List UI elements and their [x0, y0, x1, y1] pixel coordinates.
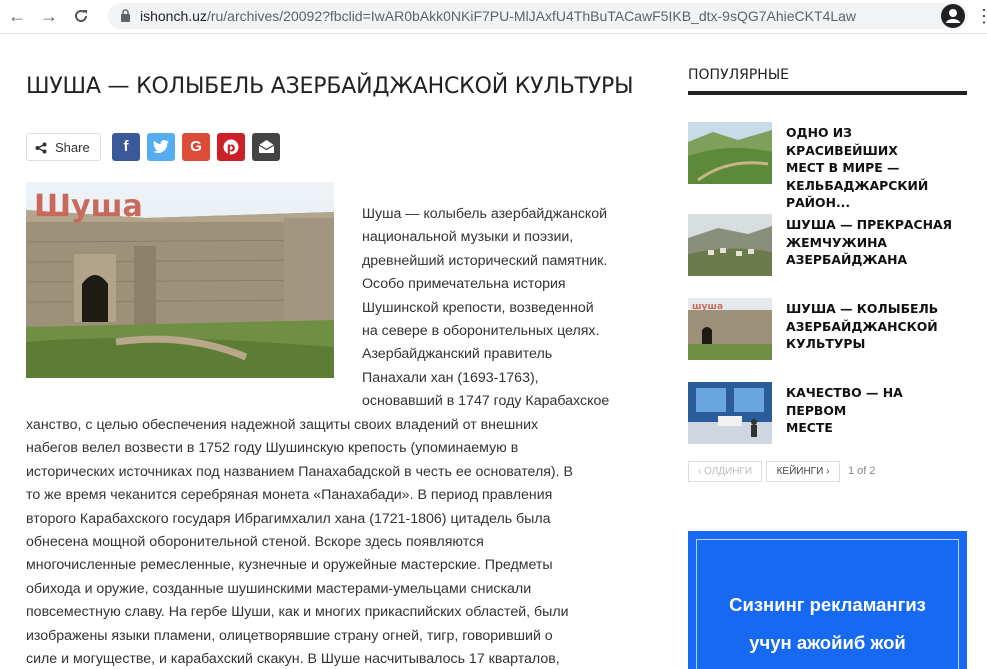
title-line: РАЙОН...	[786, 195, 851, 210]
paragraph-line: Особо примечательна история	[362, 276, 566, 293]
address-bar[interactable]: ishonch.uz/ru/archives/20092?fbclid=IwAR…	[108, 3, 968, 29]
title-line: АЗЕРБАЙДЖАНА	[786, 252, 908, 267]
article-full-text: ханство, с целью обеспечения надежной за…	[26, 414, 573, 669]
paragraph-line: ханство, с целью обеспечения надежной за…	[26, 417, 539, 433]
title-line: ОДНО ИЗ КРАСИВЕЙШИХ	[786, 125, 898, 158]
title-line: КАЧЕСТВО — НА ПЕРВОМ	[786, 385, 903, 418]
svg-text:p: p	[227, 141, 236, 155]
title-line: ЖЕМЧУЖИНА	[786, 234, 888, 250]
pager-next-button[interactable]: КЕЙИНГИ ›	[766, 461, 840, 482]
twitter-share-button[interactable]	[147, 133, 175, 161]
paragraph-line: то же время чеканится серебряная монета …	[26, 487, 553, 504]
paragraph-line: обихода и оружие, созданные шушинскими м…	[26, 580, 532, 597]
article-hero-image: Шуша	[26, 182, 334, 378]
google-share-button[interactable]: G	[182, 133, 210, 161]
title-line: МЕСТЕ	[786, 420, 833, 435]
paragraph-line: Азербайджанский правитель	[362, 346, 553, 363]
share-label: Share	[55, 140, 90, 155]
ad-line-1: Сизнинг рекламангиз	[729, 594, 926, 615]
paragraph-line: силе и могуществе, и карабахский скакун.…	[26, 651, 560, 668]
paragraph-line: исторических источниках под названием Па…	[26, 463, 573, 480]
email-share-button[interactable]	[252, 133, 280, 161]
paragraph-line: обнесена мощной оборонительной стеной. В…	[26, 534, 484, 551]
url-path: /ru/archives/20092?fbclid=IwAR0bAkk0NKiF…	[206, 8, 856, 24]
forward-arrow-icon[interactable]: →	[38, 5, 60, 27]
svg-text:шуша: шуша	[692, 302, 723, 312]
popular-item-title[interactable]: ШУША — ПРЕКРАСНАЯ ЖЕМЧУЖИНА АЗЕРБАЙДЖАНА	[786, 216, 966, 269]
paragraph-line: второго Карабахского государя Ибрагимхал…	[26, 510, 551, 527]
facebook-share-button[interactable]: f	[112, 133, 140, 161]
paragraph-line: древнейший исторический памятник.	[362, 252, 608, 269]
popular-item-title[interactable]: ОДНО ИЗ КРАСИВЕЙШИХ МЕСТ В МИРЕ — КЕЛЬБА…	[786, 124, 966, 212]
profile-avatar-icon[interactable]	[941, 4, 965, 28]
ad-line-2: учун ажойиб жой	[749, 632, 906, 653]
title-line: ШУША — ПРЕКРАСНАЯ	[786, 217, 953, 232]
paragraph-line: основавший в 1747 году Карабахское	[362, 393, 610, 410]
hero-shusha-sign: Шуша	[34, 189, 143, 224]
popular-thumb-shusha-cradle[interactable]: шуша	[688, 298, 772, 360]
title-line: ШУША — КОЛЫБЕЛЬ	[786, 301, 939, 316]
paragraph-line: многочисленные ремесленные, кузнечные и …	[26, 557, 553, 574]
popular-item-title[interactable]: ШУША — КОЛЫБЕЛЬ АЗЕРБАЙДЖАНСКОЙ КУЛЬТУРЫ	[786, 300, 966, 353]
envelope-icon	[258, 140, 274, 153]
paragraph-line: Панахали хан (1693-1763),	[362, 369, 539, 386]
pager-prev-button[interactable]: ‹ ОЛДИНГИ	[688, 461, 762, 482]
title-line: КУЛЬТУРЫ	[786, 336, 866, 351]
paragraph-line: национальной музыки и поэзии,	[362, 229, 574, 246]
twitter-icon	[153, 140, 169, 154]
paragraph-line: Шушинской крепости, возведенной	[362, 299, 594, 316]
title-line: КЕЛЬБАДЖАРСКИЙ	[786, 177, 929, 193]
url-domain: ishonch.uz	[140, 8, 207, 24]
paragraph-line: изображены языки пламени, олицетворявшие…	[26, 627, 553, 644]
back-arrow-icon[interactable]: ←	[6, 5, 28, 27]
google-icon: G	[190, 138, 202, 155]
popular-heading-underline	[688, 91, 967, 95]
pinterest-icon: p	[223, 139, 239, 155]
browser-toolbar: ← → ishonch.uz/ru/archives/20092?fbclid=…	[0, 0, 987, 34]
reload-icon[interactable]	[70, 5, 92, 27]
share-icon	[35, 142, 47, 154]
pinterest-share-button[interactable]: p	[217, 133, 245, 161]
paragraph-line: Шуша — колыбель азербайджанской	[362, 206, 608, 222]
article-title: ШУША — КОЛЫБЕЛЬ АЗЕРБАЙДЖАНСКОЙ КУЛЬТУРЫ	[26, 74, 634, 99]
article-wrap-text: Шуша — колыбель азербайджанской национал…	[362, 203, 609, 414]
menu-kebab-icon[interactable]: ⋮	[975, 5, 987, 27]
url-text: ishonch.uz/ru/archives/20092?fbclid=IwAR…	[140, 8, 856, 24]
popular-thumb-quality[interactable]	[688, 382, 772, 444]
title-line: МЕСТ В МИРЕ —	[786, 160, 900, 175]
paragraph-line: на севере в оборонительных целях.	[362, 323, 600, 340]
pager-info: 1 of 2	[848, 465, 876, 477]
facebook-icon: f	[123, 138, 129, 155]
title-line: АЗЕРБАЙДЖАНСКОЙ	[786, 318, 938, 334]
share-button[interactable]: Share	[26, 133, 101, 161]
ad-banner[interactable]: Сизнинг рекламангиз учун ажойиб жой	[688, 531, 967, 669]
popular-thumb-kelbajar[interactable]	[688, 122, 772, 184]
lock-icon	[121, 9, 130, 22]
paragraph-line: повсеместную славу. На гербе Шуши, как и…	[26, 604, 569, 621]
popular-item-title[interactable]: КАЧЕСТВО — НА ПЕРВОМ МЕСТЕ	[786, 384, 966, 437]
popular-thumb-shusha-pearl[interactable]	[688, 214, 772, 276]
popular-heading: ПОПУЛЯРНЫЕ	[688, 67, 790, 83]
paragraph-line: набегов велел возвести в 1752 году Шушин…	[26, 440, 519, 457]
